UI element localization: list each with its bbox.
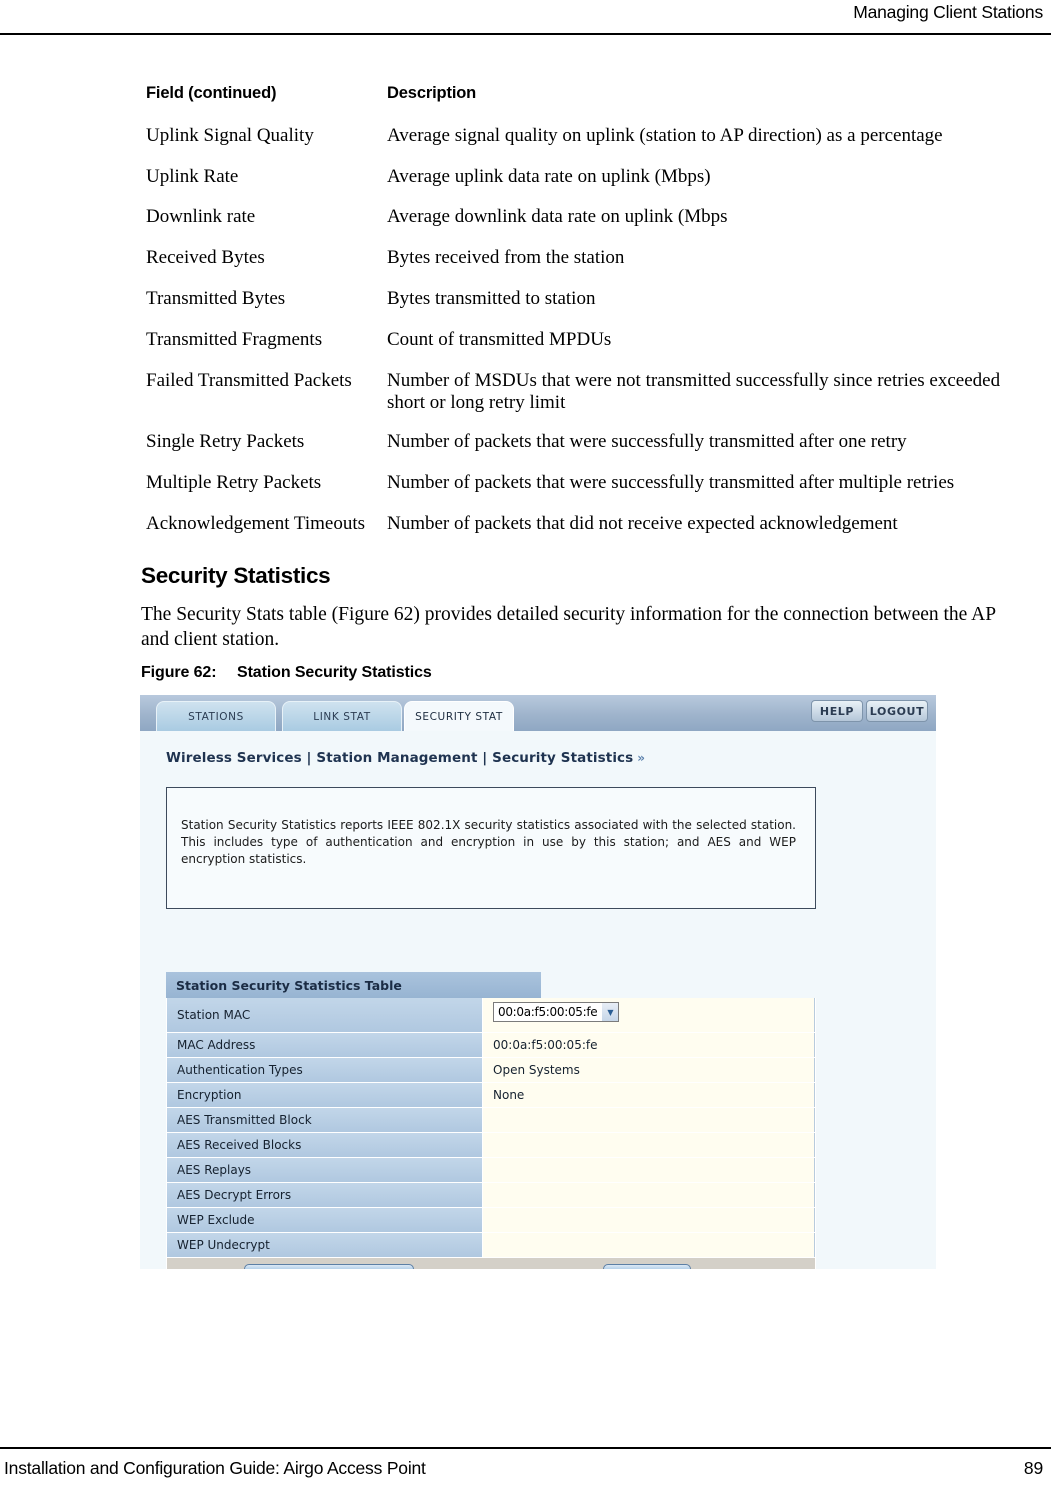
chevron-down-icon[interactable]: ▼: [602, 1003, 619, 1021]
table-row: AES Received Blocks: [166, 1133, 816, 1158]
table-row: Authentication Types Open Systems: [166, 1058, 816, 1083]
row-label: WEP Exclude: [167, 1208, 483, 1232]
refresh-button[interactable]: REFRESH: [603, 1264, 691, 1269]
row-value: [483, 1183, 815, 1207]
table-row: AES Transmitted Block: [166, 1108, 816, 1133]
cell-description: Bytes received from the station: [387, 247, 625, 269]
row-value: None: [483, 1083, 815, 1107]
table-row: Failed Transmitted Packets Number of MSD…: [146, 370, 1020, 432]
description-panel: Station Security Statistics reports IEEE…: [166, 787, 816, 909]
station-mac-selected-value: 00:0a:f5:00:05:fe: [498, 1005, 598, 1019]
table-title: Station Security Statistics Table: [166, 972, 541, 998]
station-security-statistics-table: Station Security Statistics Table Statio…: [166, 972, 816, 1269]
description-text: Station Security Statistics reports IEEE…: [181, 818, 796, 867]
clear-statistics-button[interactable]: CLEAR STATISTICS: [244, 1264, 414, 1269]
row-value: [483, 1133, 815, 1157]
column-header-description: Description: [387, 84, 477, 102]
cell-field: Failed Transmitted Packets: [146, 369, 352, 391]
table-row: AES Decrypt Errors: [166, 1183, 816, 1208]
section-paragraph: The Security Stats table (Figure 62) pro…: [141, 604, 996, 651]
table-row: Transmitted Fragments Count of transmitt…: [146, 329, 1020, 370]
row-label: WEP Undecrypt: [167, 1233, 483, 1257]
cell-description: Count of transmitted MPDUs: [387, 328, 612, 350]
row-label: AES Transmitted Block: [167, 1108, 483, 1132]
page-number: 89: [1023, 1458, 1043, 1478]
table-header-row: Field (continued) Description: [146, 84, 1020, 125]
cell-field: Single Retry Packets: [146, 431, 305, 453]
breadcrumb-path: Wireless Services | Station Management |…: [166, 750, 634, 766]
table-body: Uplink Signal Quality Average signal qua…: [146, 125, 1020, 552]
cell-description: Number of packets that were successfully…: [387, 471, 955, 493]
table-row: Multiple Retry Packets Number of packets…: [146, 472, 1020, 513]
row-value: [483, 1158, 815, 1182]
row-label: Encryption: [167, 1083, 483, 1107]
page-footer: Installation and Configuration Guide: Ai…: [0, 1458, 1051, 1488]
figure-screenshot: STATIONS LINK STAT SECURITY STAT HELP LO…: [140, 695, 936, 1269]
row-label-station-mac: Station MAC: [167, 998, 483, 1032]
footer-rule: [0, 1447, 1051, 1449]
table-row: Encryption None: [166, 1083, 816, 1108]
cell-field: Acknowledgement Timeouts: [146, 512, 366, 534]
tab-link-stat[interactable]: LINK STAT: [282, 701, 402, 731]
row-value: [483, 1208, 815, 1232]
station-mac-select[interactable]: 00:0a:f5:00:05:fe ▼: [493, 1002, 620, 1022]
table-row: MAC Address 00:0a:f5:00:05:fe: [166, 1033, 816, 1058]
table-row-station-mac: Station MAC 00:0a:f5:00:05:fe ▼: [166, 998, 816, 1033]
table-row: Acknowledgement Timeouts Number of packe…: [146, 513, 1020, 552]
column-header-field: Field (continued): [146, 84, 277, 102]
help-button[interactable]: HELP: [811, 700, 863, 722]
table-row: WEP Exclude: [166, 1208, 816, 1233]
figure-number: Figure 62:: [141, 664, 217, 681]
cell-field: Downlink rate: [146, 206, 256, 228]
row-label: Authentication Types: [167, 1058, 483, 1082]
row-value-station-mac: 00:0a:f5:00:05:fe ▼: [483, 998, 815, 1032]
tab-stations[interactable]: STATIONS: [156, 701, 276, 731]
cell-field: Multiple Retry Packets: [146, 471, 322, 493]
field-description-table: Field (continued) Description Uplink Sig…: [146, 84, 1020, 552]
table-row: Single Retry Packets Number of packets t…: [146, 431, 1020, 472]
cell-description: Number of MSDUs that were not transmitte…: [387, 369, 1001, 414]
figure-title: Station Security Statistics: [237, 664, 432, 681]
row-label: AES Replays: [167, 1158, 483, 1182]
figure-caption: Figure 62: Station Security Statistics: [141, 664, 432, 682]
cell-description: Average downlink data rate on uplink (Mb…: [387, 206, 728, 228]
row-label: AES Decrypt Errors: [167, 1183, 483, 1207]
table-row: Received Bytes Bytes received from the s…: [146, 247, 1020, 288]
cell-description: Average signal quality on uplink (statio…: [387, 124, 943, 146]
logout-button[interactable]: LOGOUT: [866, 700, 928, 722]
table-row: Uplink Rate Average uplink data rate on …: [146, 166, 1020, 207]
cell-description: Number of packets that did not receive e…: [387, 512, 898, 534]
section-heading: Security Statistics: [141, 563, 331, 588]
header-rule: [0, 33, 1051, 35]
chevron-right-icon: »: [637, 751, 646, 765]
table-row: Downlink rate Average downlink data rate…: [146, 206, 1020, 247]
cell-description: Number of packets that were successfully…: [387, 431, 907, 453]
cell-field: Transmitted Bytes: [146, 287, 286, 309]
row-label: MAC Address: [167, 1033, 483, 1057]
table-row: AES Replays: [166, 1158, 816, 1183]
footer-title: Installation and Configuration Guide: Ai…: [4, 1458, 426, 1478]
table-row: Transmitted Bytes Bytes transmitted to s…: [146, 288, 1020, 329]
table-row: Uplink Signal Quality Average signal qua…: [146, 125, 1020, 166]
tab-security-stat[interactable]: SECURITY STAT: [404, 701, 514, 731]
cell-field: Transmitted Fragments: [146, 328, 323, 350]
row-value: 00:0a:f5:00:05:fe: [483, 1033, 815, 1057]
row-value: [483, 1108, 815, 1132]
table-row: WEP Undecrypt: [166, 1233, 816, 1258]
cell-field: Uplink Signal Quality: [146, 124, 314, 146]
cell-description: Bytes transmitted to station: [387, 287, 596, 309]
app-body: Wireless Services | Station Management |…: [140, 731, 936, 1269]
cell-field: Uplink Rate: [146, 165, 239, 187]
running-head: Managing Client Stations: [853, 2, 1043, 22]
cell-description: Average uplink data rate on uplink (Mbps…: [387, 165, 711, 187]
app-tab-bar: STATIONS LINK STAT SECURITY STAT HELP LO…: [140, 695, 936, 731]
row-label: AES Received Blocks: [167, 1133, 483, 1157]
row-value: Open Systems: [483, 1058, 815, 1082]
row-value: [483, 1233, 815, 1257]
cell-field: Received Bytes: [146, 247, 265, 269]
table-action-bar: CLEAR STATISTICS REFRESH: [166, 1258, 816, 1269]
breadcrumb: Wireless Services | Station Management |…: [166, 750, 645, 766]
